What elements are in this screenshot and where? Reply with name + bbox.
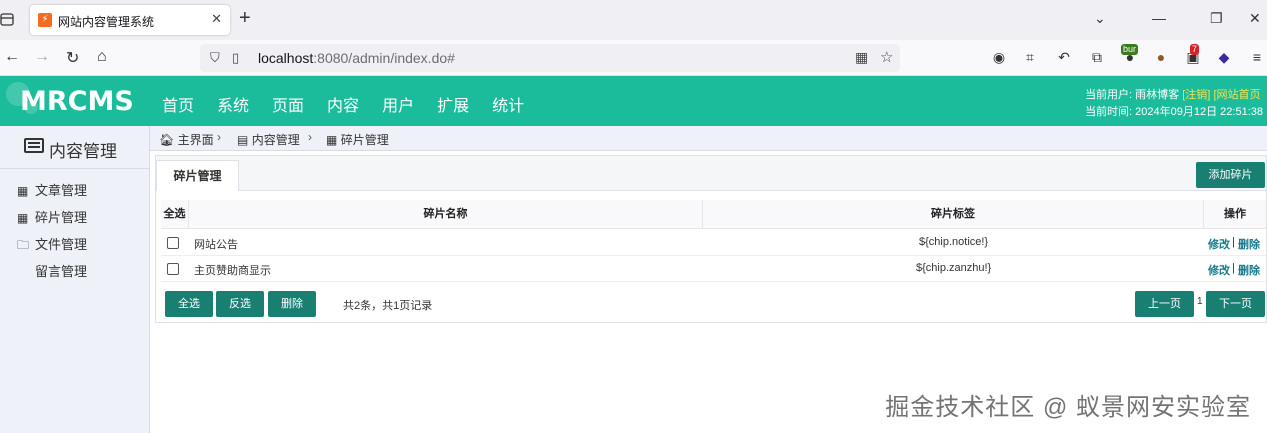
account-icon[interactable]: ◉ bbox=[990, 49, 1008, 67]
action-separator: | bbox=[1232, 262, 1235, 274]
cookie-icon[interactable]: ● bbox=[1152, 49, 1170, 67]
action-separator: | bbox=[1232, 236, 1235, 248]
diamond-extension-icon[interactable]: ◆ bbox=[1215, 49, 1233, 67]
chip-name: 网站公告 bbox=[194, 239, 238, 251]
edit-link[interactable]: 修改 bbox=[1208, 262, 1230, 278]
nav-item-content[interactable]: 内容 bbox=[327, 92, 359, 116]
tab-overflow-icon[interactable]: ⌄ bbox=[1094, 10, 1106, 27]
browser-tab[interactable]: ⚡ 网站内容管理系统 ✕ bbox=[30, 5, 230, 35]
notification-extension-icon[interactable]: 7 ▣ bbox=[1184, 44, 1202, 67]
delete-link[interactable]: 删除 bbox=[1238, 262, 1260, 278]
breadcrumb: 🏠︎ 主界面 › ▤ 内容管理 › ▦ 碎片管理 bbox=[150, 126, 1267, 151]
grid-icon: ▦ bbox=[17, 184, 29, 198]
bookmark-star-icon[interactable]: ☆ bbox=[880, 48, 893, 66]
column-chip-tag: 碎片标签 bbox=[703, 200, 1204, 229]
home-icon[interactable]: ⌂ bbox=[97, 48, 107, 66]
select-all-button[interactable]: 全选 bbox=[165, 291, 213, 317]
table-row: 网站公告 ${chip.notice!} 修改 | 删除 bbox=[161, 230, 1266, 256]
main-nav: 首页 系统 页面 内容 用户 扩展 统计 bbox=[162, 92, 547, 116]
app-header: MRCMS 首页 系统 页面 内容 用户 扩展 统计 当前用户: 雨林博客 [注… bbox=[0, 76, 1267, 126]
sidebar-header: 内容管理 bbox=[0, 126, 149, 169]
qr-code-icon[interactable]: ▦ bbox=[855, 49, 868, 66]
nav-item-extend[interactable]: 扩展 bbox=[437, 92, 469, 116]
new-tab-icon[interactable]: + bbox=[239, 7, 251, 30]
prev-page-button[interactable]: 上一页 bbox=[1135, 291, 1194, 317]
sidebar-item-messages[interactable]: 留言管理 bbox=[35, 261, 87, 280]
url-text[interactable]: localhost:8080/admin/index.do# bbox=[258, 50, 455, 66]
crop-icon[interactable]: ⌗ bbox=[1021, 49, 1039, 67]
close-tab-icon[interactable]: ✕ bbox=[211, 11, 222, 27]
back-icon[interactable]: ← bbox=[4, 48, 20, 66]
page-number[interactable]: 1 bbox=[1197, 296, 1203, 307]
grid-icon: ▦ bbox=[326, 133, 338, 147]
tab-title: 网站内容管理系统 bbox=[58, 15, 155, 29]
reload-icon[interactable]: ↻ bbox=[66, 48, 79, 68]
extensions-icon[interactable]: ⧉ bbox=[1088, 49, 1106, 67]
column-select-all[interactable]: 全选 bbox=[161, 200, 189, 229]
sidebar-item-chips[interactable]: ▦ 碎片管理 bbox=[17, 207, 87, 226]
close-window-icon[interactable]: ✕ bbox=[1249, 10, 1261, 27]
watermark: 掘金技术社区 @ 蚁景网安实验室 bbox=[885, 394, 1251, 421]
nav-item-system[interactable]: 系统 bbox=[217, 92, 249, 116]
column-actions: 操作 bbox=[1204, 200, 1266, 229]
nav-item-users[interactable]: 用户 bbox=[382, 92, 414, 116]
chip-tag: ${chip.notice!} bbox=[919, 236, 989, 248]
tab-list-icon[interactable] bbox=[0, 9, 16, 31]
tab-chip-management[interactable]: 碎片管理 bbox=[156, 160, 239, 191]
chip-tag: ${chip.zanzhu!} bbox=[916, 262, 992, 274]
logo[interactable]: MRCMS bbox=[20, 86, 134, 117]
site-home-link[interactable]: [网站首页 bbox=[1213, 89, 1260, 101]
grid-icon: ▦ bbox=[17, 211, 29, 225]
minimize-icon[interactable]: — bbox=[1152, 10, 1166, 26]
url-bar[interactable]: ⛉ ▯ localhost:8080/admin/index.do# ▦ ☆ bbox=[200, 44, 900, 72]
folder-icon: 🗀 bbox=[17, 238, 30, 252]
nav-item-pages[interactable]: 页面 bbox=[272, 92, 304, 116]
table-header: 全选 碎片名称 碎片标签 操作 bbox=[161, 200, 1266, 229]
user-info: 当前用户: 雨林博客 [注销] [网站首页 当前时间: 2024年09月12日 … bbox=[1085, 87, 1263, 121]
content-panel: 碎片管理 添加碎片 全选 碎片名称 碎片标签 操作 网站公告 ${chip.no… bbox=[155, 155, 1267, 323]
restore-icon[interactable]: ❐ bbox=[1210, 10, 1223, 27]
panel-tab-bar: 碎片管理 bbox=[156, 156, 1266, 191]
chip-name: 主页赞助商显示 bbox=[194, 265, 271, 277]
delete-link[interactable]: 删除 bbox=[1238, 236, 1260, 252]
undo-icon[interactable]: ↶ bbox=[1055, 49, 1073, 67]
breadcrumb-current: ▦ 碎片管理 bbox=[326, 133, 389, 147]
browser-tab-bar: ⚡ 网站内容管理系统 ✕ + ⌄ — ❐ ✕ bbox=[0, 0, 1267, 40]
nav-item-home[interactable]: 首页 bbox=[162, 92, 194, 116]
sidebar: 内容管理 ▦ 文章管理 ▦ 碎片管理 🗀 文件管理 留言管理 bbox=[0, 126, 150, 433]
sidebar-item-articles[interactable]: ▦ 文章管理 bbox=[17, 180, 87, 199]
row-checkbox[interactable] bbox=[167, 237, 179, 249]
sidebar-title: 内容管理 bbox=[49, 142, 117, 161]
table-row: 主页赞助商显示 ${chip.zanzhu!} 修改 | 删除 bbox=[161, 256, 1266, 282]
logout-link[interactable]: [注销] bbox=[1182, 89, 1210, 101]
breadcrumb-home[interactable]: 🏠︎ 主界面 bbox=[159, 131, 214, 148]
shield-icon[interactable]: ⛉ bbox=[210, 50, 220, 66]
favicon-icon: ⚡ bbox=[38, 13, 52, 27]
browser-nav-bar: ← → ↻ ⌂ ⛉ ▯ localhost:8080/admin/index.d… bbox=[0, 40, 1267, 76]
nav-item-stats[interactable]: 统计 bbox=[492, 92, 524, 116]
forward-icon[interactable]: → bbox=[34, 48, 50, 66]
current-user: 当前用户: 雨林博客 bbox=[1085, 89, 1180, 101]
burp-extension-icon[interactable]: bur ● bbox=[1121, 44, 1139, 67]
list-icon: ▤ bbox=[237, 133, 249, 147]
page-info-icon[interactable]: ▯ bbox=[232, 50, 239, 66]
sidebar-item-files[interactable]: 🗀 文件管理 bbox=[17, 234, 87, 257]
breadcrumb-section[interactable]: ▤ 内容管理 bbox=[237, 131, 300, 148]
home-icon: 🏠︎ bbox=[159, 133, 175, 147]
invert-selection-button[interactable]: 反选 bbox=[216, 291, 264, 317]
current-time: 当前时间: 2024年09月12日 22:51:38 bbox=[1085, 106, 1263, 118]
menu-icon[interactable]: ≡ bbox=[1248, 49, 1266, 67]
delete-selected-button[interactable]: 删除 bbox=[268, 291, 316, 317]
record-summary: 共2条，共1页记录 bbox=[343, 300, 433, 312]
chevron-right-icon: › bbox=[308, 130, 312, 144]
chevron-right-icon: › bbox=[217, 130, 221, 144]
row-checkbox[interactable] bbox=[167, 263, 179, 275]
add-chip-button[interactable]: 添加碎片 bbox=[1196, 162, 1265, 188]
list-icon bbox=[24, 138, 44, 153]
column-chip-name: 碎片名称 bbox=[189, 200, 703, 229]
edit-link[interactable]: 修改 bbox=[1208, 236, 1230, 252]
next-page-button[interactable]: 下一页 bbox=[1206, 291, 1265, 317]
